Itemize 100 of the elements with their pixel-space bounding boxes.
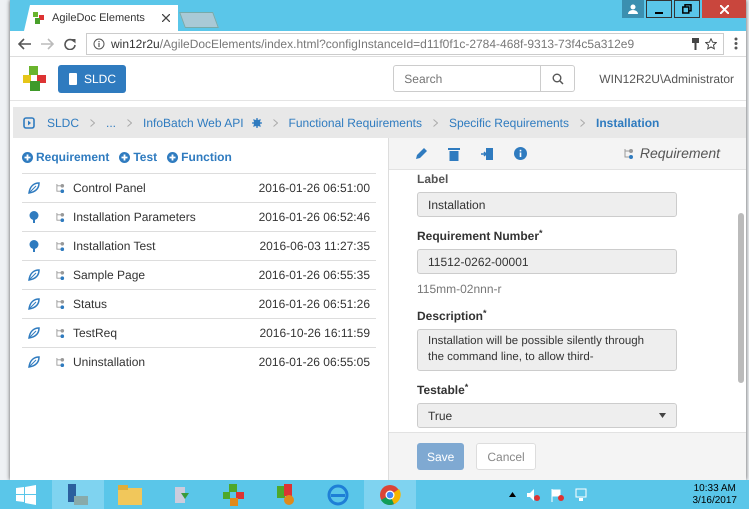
info-icon[interactable]	[514, 147, 527, 160]
item-name: Installation Test	[73, 238, 156, 255]
input-field[interactable]: Installation	[417, 192, 677, 217]
close-icon[interactable]	[162, 14, 170, 22]
leaf-icon	[28, 298, 40, 310]
plus-icon	[22, 152, 33, 162]
add-link[interactable]: Function	[167, 148, 232, 166]
speaker-muted-icon[interactable]	[526, 488, 540, 502]
hierarchy-icon	[624, 148, 634, 160]
item-date: 2016-06-03 11:27:35	[259, 238, 370, 255]
item-date: 2016-10-26 16:11:59	[259, 325, 370, 342]
field-label: Testable$^{*}$	[417, 381, 470, 399]
back-icon[interactable]	[18, 38, 31, 50]
trash-icon[interactable]	[448, 146, 460, 160]
leaf-icon	[28, 182, 40, 194]
item-name: Sample Page	[73, 267, 146, 284]
hierarchy-icon	[56, 240, 65, 252]
chevron-icon	[432, 118, 438, 126]
hierarchy-icon	[56, 270, 65, 280]
breadcrumb-link[interactable]: Installation	[596, 114, 660, 132]
scrollbar-thumb[interactable]	[738, 213, 744, 383]
hierarchy-icon	[56, 298, 65, 310]
breadcrumb-link[interactable]: SLDC	[47, 114, 80, 132]
list-item[interactable]: TestReq 2016-10-26 16:11:59	[22, 318, 376, 347]
chevron-icon	[580, 118, 586, 126]
book-icon	[68, 72, 78, 84]
chevron-icon	[127, 118, 132, 126]
star-icon[interactable]	[705, 38, 717, 50]
chevron-icon	[90, 118, 96, 126]
restore-button[interactable]	[674, 0, 700, 18]
list-item[interactable]: Installation Test 2016-06-03 11:27:35	[22, 231, 376, 260]
item-name: Uninstallation	[73, 354, 146, 371]
cancel-button[interactable]: Cancel	[476, 443, 536, 470]
item-name: Status	[73, 296, 108, 313]
user-button[interactable]	[622, 0, 644, 18]
flag-icon[interactable]	[550, 488, 564, 502]
chrome-icon[interactable]	[364, 480, 416, 509]
input-field[interactable]: 11512-0262-00001	[417, 249, 677, 274]
expand-icon[interactable]	[23, 116, 35, 128]
address-field[interactable]: win12r2u/AgileDocElements/index.html?configInstanceId=d11f0f1c-2784-468f-9313-73f4c5a312e9	[86, 32, 724, 54]
plus-icon	[119, 152, 130, 162]
field-label: Requirement Number$^{*}$	[417, 227, 544, 245]
help-text: 115mm-02nnn-r	[417, 281, 502, 298]
list-item[interactable]: Control Panel 2016-01-26 06:51:00	[22, 173, 376, 202]
tree-icon	[28, 240, 40, 252]
minimize-button[interactable]	[646, 0, 672, 18]
field-label: Description$^{*}$	[417, 307, 488, 325]
breadcrumb-link[interactable]: ...	[106, 114, 116, 132]
chevron-icon	[272, 118, 278, 126]
text-area[interactable]: Installation will be possible silently through the command line, to allow third-	[417, 329, 677, 371]
list-item[interactable]: Installation Parameters 2016-01-26 06:52:46	[22, 202, 376, 231]
close-button[interactable]	[702, 0, 746, 18]
user-icon	[628, 4, 638, 14]
search-button[interactable]	[541, 65, 576, 92]
hierarchy-icon	[56, 182, 65, 194]
item-name: Control Panel	[73, 180, 147, 197]
field-label: Label	[417, 171, 450, 188]
pencil-icon[interactable]	[415, 147, 428, 160]
item-name: Installation Parameters	[73, 209, 197, 226]
key-icon[interactable]	[692, 38, 699, 50]
search-field[interactable]: Search	[393, 65, 542, 92]
tree-icon	[28, 211, 40, 223]
item-date: 2016-01-26 06:52:46	[258, 209, 370, 226]
minimize-icon	[655, 12, 663, 14]
item-date: 2016-01-26 06:55:05	[258, 354, 370, 371]
move-icon[interactable]	[480, 146, 494, 160]
show-hidden-icon[interactable]	[508, 492, 516, 497]
clock[interactable]: 10:33 AM 3/16/2017	[680, 482, 749, 506]
project-button[interactable]: SLDC	[58, 64, 126, 92]
breadcrumb-link[interactable]: Functional Requirements	[288, 114, 422, 132]
select-field[interactable]: True	[417, 403, 677, 428]
add-link[interactable]: Test	[119, 148, 158, 166]
user-name[interactable]: WIN12R2U\Administrator	[599, 70, 734, 88]
hierarchy-icon	[56, 328, 65, 338]
server-manager-icon[interactable]	[52, 480, 104, 509]
list-item[interactable]: Status 2016-01-26 06:51:26	[22, 289, 376, 318]
breadcrumb-link[interactable]: Specific Requirements	[448, 114, 570, 132]
search-icon	[552, 73, 564, 86]
plus-icon	[167, 152, 178, 162]
list-item[interactable]: Sample Page 2016-01-26 06:55:35	[22, 260, 376, 289]
browser-tab[interactable]: AgileDoc Elements	[24, 5, 178, 31]
leaf-icon	[28, 327, 40, 339]
hierarchy-icon	[56, 212, 65, 222]
breadcrumb-link[interactable]: InfoBatch Web API	[143, 114, 244, 132]
item-name: TestReq	[73, 325, 118, 342]
caret-icon	[659, 413, 666, 418]
logo-icon	[32, 11, 46, 25]
leaf-icon	[28, 356, 40, 368]
logo-icon[interactable]	[22, 64, 48, 92]
close-icon	[720, 4, 728, 14]
item-date: 2016-01-26 06:51:00	[258, 180, 370, 197]
reload-icon[interactable]	[64, 38, 76, 50]
restore-icon	[682, 4, 692, 14]
list-item[interactable]: Uninstallation 2016-01-26 06:55:05	[22, 347, 376, 376]
leaf-icon	[28, 269, 40, 281]
item-date: 2016-01-26 06:51:26	[258, 296, 370, 313]
info-icon	[93, 38, 105, 50]
hierarchy-icon	[56, 356, 65, 368]
menu-icon[interactable]	[734, 37, 738, 50]
add-link[interactable]: Requirement	[22, 148, 110, 166]
